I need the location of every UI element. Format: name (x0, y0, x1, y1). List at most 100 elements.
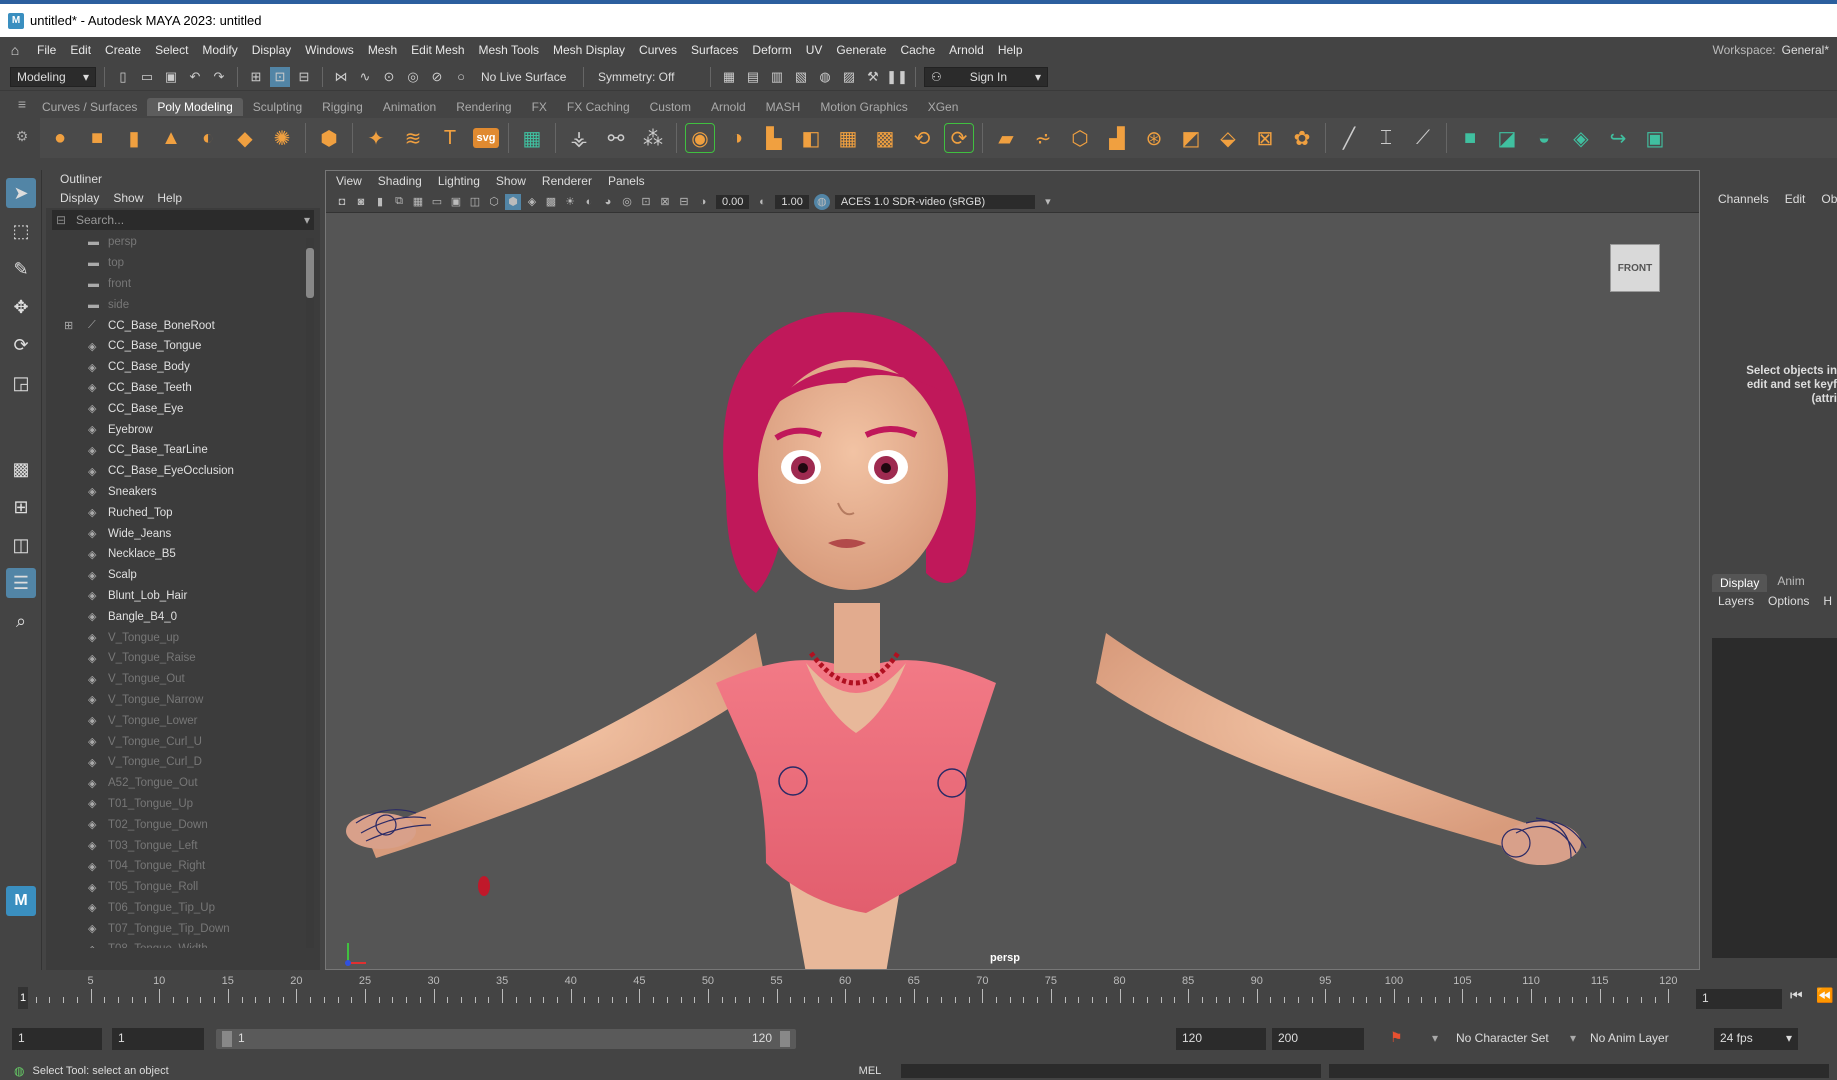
scale-tool-icon[interactable]: ◲ (6, 368, 36, 398)
menu-set-dropdown[interactable]: Modeling ▾ (10, 66, 96, 87)
uv-editor-icon[interactable]: ▦ (518, 124, 546, 152)
menu-surfaces[interactable]: Surfaces (684, 43, 745, 57)
outliner-menu-display[interactable]: Display (60, 191, 99, 205)
layer-menu-h[interactable]: H (1823, 594, 1832, 608)
boolean-icon[interactable]: ◉ (685, 123, 715, 153)
uv-automatic-icon[interactable]: ◈ (1567, 124, 1595, 152)
playback-end-field[interactable]: 120 (1176, 1028, 1266, 1050)
range-slider[interactable]: 1 120 (216, 1029, 796, 1049)
resolution-gate-icon[interactable]: ▣ (448, 194, 464, 210)
poly-torus-icon[interactable]: ◐ (194, 124, 222, 152)
exposure-icon[interactable]: ◑ (695, 194, 711, 210)
end-frame-field[interactable]: 200 (1272, 1028, 1364, 1050)
exposure-field[interactable]: 0.00 (716, 194, 750, 209)
shelf-tab-custom[interactable]: Custom (640, 98, 701, 116)
remesh-icon[interactable]: ⟲ (908, 124, 936, 152)
layer-tab-anim[interactable]: Anim (1777, 574, 1804, 592)
move-tool-icon[interactable]: ✥ (6, 292, 36, 322)
mel-label[interactable]: MEL (859, 1065, 882, 1077)
pause-icon[interactable]: ❚❚ (886, 67, 908, 87)
outliner-menu-help[interactable]: Help (157, 191, 182, 205)
shelf-menu-icon[interactable]: ≡ ⚙ (12, 96, 32, 162)
outliner-item[interactable]: ◈ CC_Base_Eye (46, 398, 320, 419)
time-slider-track[interactable]: 5 10 15 20 25 30 35 40 45 50 55 60 65 70 75 80 85 90 95 100… (18, 975, 1682, 1011)
new-scene-icon[interactable]: ▯ (113, 67, 133, 87)
viewport-menu-panels[interactable]: Panels (608, 174, 645, 188)
shelf-tab-fx-caching[interactable]: FX Caching (557, 98, 640, 116)
outliner-item[interactable]: ◈ T02_Tongue_Down (46, 814, 320, 835)
retopo-icon[interactable]: ⟳ (944, 123, 974, 153)
outliner-item[interactable]: ◈ Necklace_B5 (46, 544, 320, 565)
uv-spherical-icon[interactable]: ◒ (1530, 124, 1558, 152)
current-frame-marker[interactable]: 1 (18, 987, 28, 1009)
append-poly-icon[interactable]: ▟ (1103, 124, 1131, 152)
outliner-item[interactable]: ◈ T04_Tongue_Right (46, 856, 320, 877)
symmetry-dropdown[interactable]: Symmetry: Off (592, 66, 702, 87)
smooth-shade-icon[interactable]: ⬢ (505, 193, 521, 210)
undo-icon[interactable]: ↶ (185, 67, 205, 87)
snap-point-icon[interactable]: ⊙ (379, 67, 399, 87)
four-view-layout-icon[interactable]: ⊞ (6, 492, 36, 522)
helix-icon[interactable]: ≋ (399, 124, 427, 152)
extract-icon[interactable]: ▙ (760, 124, 788, 152)
select-object-icon[interactable]: ⊡ (270, 66, 290, 87)
menu-arnold[interactable]: Arnold (942, 43, 991, 57)
poke-icon[interactable]: ⬙ (1214, 124, 1242, 152)
subdivide-icon[interactable]: ▦ (834, 124, 862, 152)
outliner-item[interactable]: ▬ side (46, 294, 320, 315)
image-plane-icon[interactable]: ⧉ (391, 194, 407, 210)
fps-dropdown[interactable]: 24 fps ▾ (1714, 1028, 1798, 1050)
outliner-item[interactable]: ◈ CC_Base_Teeth (46, 378, 320, 399)
menu-modify[interactable]: Modify (195, 43, 244, 57)
outliner-item[interactable]: ▬ top (46, 253, 320, 274)
film-gate-icon[interactable]: ▭ (429, 194, 445, 210)
viewport-menu-view[interactable]: View (336, 174, 362, 188)
render-view-icon[interactable]: ▦ (719, 67, 739, 87)
outliner-item[interactable]: ◈ A52_Tongue_Out (46, 773, 320, 794)
menu-edit[interactable]: Edit (63, 43, 98, 57)
single-perspective-layout-icon[interactable]: ▩ (6, 454, 36, 484)
outliner-item[interactable]: ▬ persp (46, 232, 320, 253)
uv-planar-icon[interactable]: ■ (1456, 124, 1484, 152)
poly-sphere-icon[interactable]: ● (46, 124, 74, 152)
uv-cylindrical-icon[interactable]: ◪ (1493, 124, 1521, 152)
separate-icon[interactable]: ⚯ (602, 124, 630, 152)
motion-blur-icon[interactable]: ◎ (619, 194, 635, 210)
xray-joints-icon[interactable]: ⊟ (676, 194, 692, 210)
snap-view-icon[interactable]: ◎ (403, 67, 423, 87)
outliner-item[interactable]: ⊞ ⟋ CC_Base_BoneRoot (46, 315, 320, 336)
chevron-down-icon[interactable]: ▾ (1432, 1031, 1438, 1045)
snap-grid-icon[interactable]: ⋈ (331, 67, 351, 87)
chevron-down-icon[interactable]: ▾ (1570, 1031, 1576, 1045)
menu-mesh-display[interactable]: Mesh Display (546, 43, 632, 57)
outliner-item[interactable]: ◈ Bangle_B4_0 (46, 606, 320, 627)
arnold-ipr-icon[interactable]: ⚒ (863, 67, 883, 87)
view-cube[interactable]: FRONT (1610, 244, 1660, 292)
bookmark-icon[interactable]: ▮ (372, 194, 388, 210)
shelf-tab-mash[interactable]: MASH (756, 98, 811, 116)
shelf-tab-sculpting[interactable]: Sculpting (243, 98, 312, 116)
auto-key-icon[interactable]: ⚑ (1390, 1029, 1403, 1046)
outliner-item[interactable]: ◈ Eyebrow (46, 419, 320, 440)
outliner-item[interactable]: ◈ CC_Base_TearLine (46, 440, 320, 461)
character-set-dropdown[interactable]: No Character Set (1456, 1031, 1549, 1045)
viewport-menu-show[interactable]: Show (496, 174, 526, 188)
outliner-item[interactable]: ◈ Scalp (46, 565, 320, 586)
channel-box-menu-edit[interactable]: Edit (1785, 192, 1806, 206)
outliner-item[interactable]: ◈ CC_Base_Body (46, 357, 320, 378)
snap-curve-icon[interactable]: ∿ (355, 67, 375, 87)
bridge-icon[interactable]: ⩫ (1029, 124, 1057, 152)
grid-icon[interactable]: ▦ (410, 194, 426, 210)
menu-mesh-tools[interactable]: Mesh Tools (472, 43, 546, 57)
menu-file[interactable]: File (30, 43, 63, 57)
outliner-item[interactable]: ◈ T03_Tongue_Left (46, 835, 320, 856)
two-view-layout-icon[interactable]: ◫ (6, 530, 36, 560)
safe-action-icon[interactable]: ◫ (467, 194, 483, 210)
outliner-item[interactable]: ◈ V_Tongue_up (46, 627, 320, 648)
outliner-item[interactable]: ◈ T07_Tongue_Tip_Down (46, 918, 320, 939)
wedge-icon[interactable]: ◩ (1177, 124, 1205, 152)
mirror-icon[interactable]: ◑ (723, 124, 751, 152)
wireframe-on-shaded-icon[interactable]: ◈ (524, 194, 540, 210)
menu-curves[interactable]: Curves (632, 43, 684, 57)
layer-menu-layers[interactable]: Layers (1718, 594, 1754, 608)
